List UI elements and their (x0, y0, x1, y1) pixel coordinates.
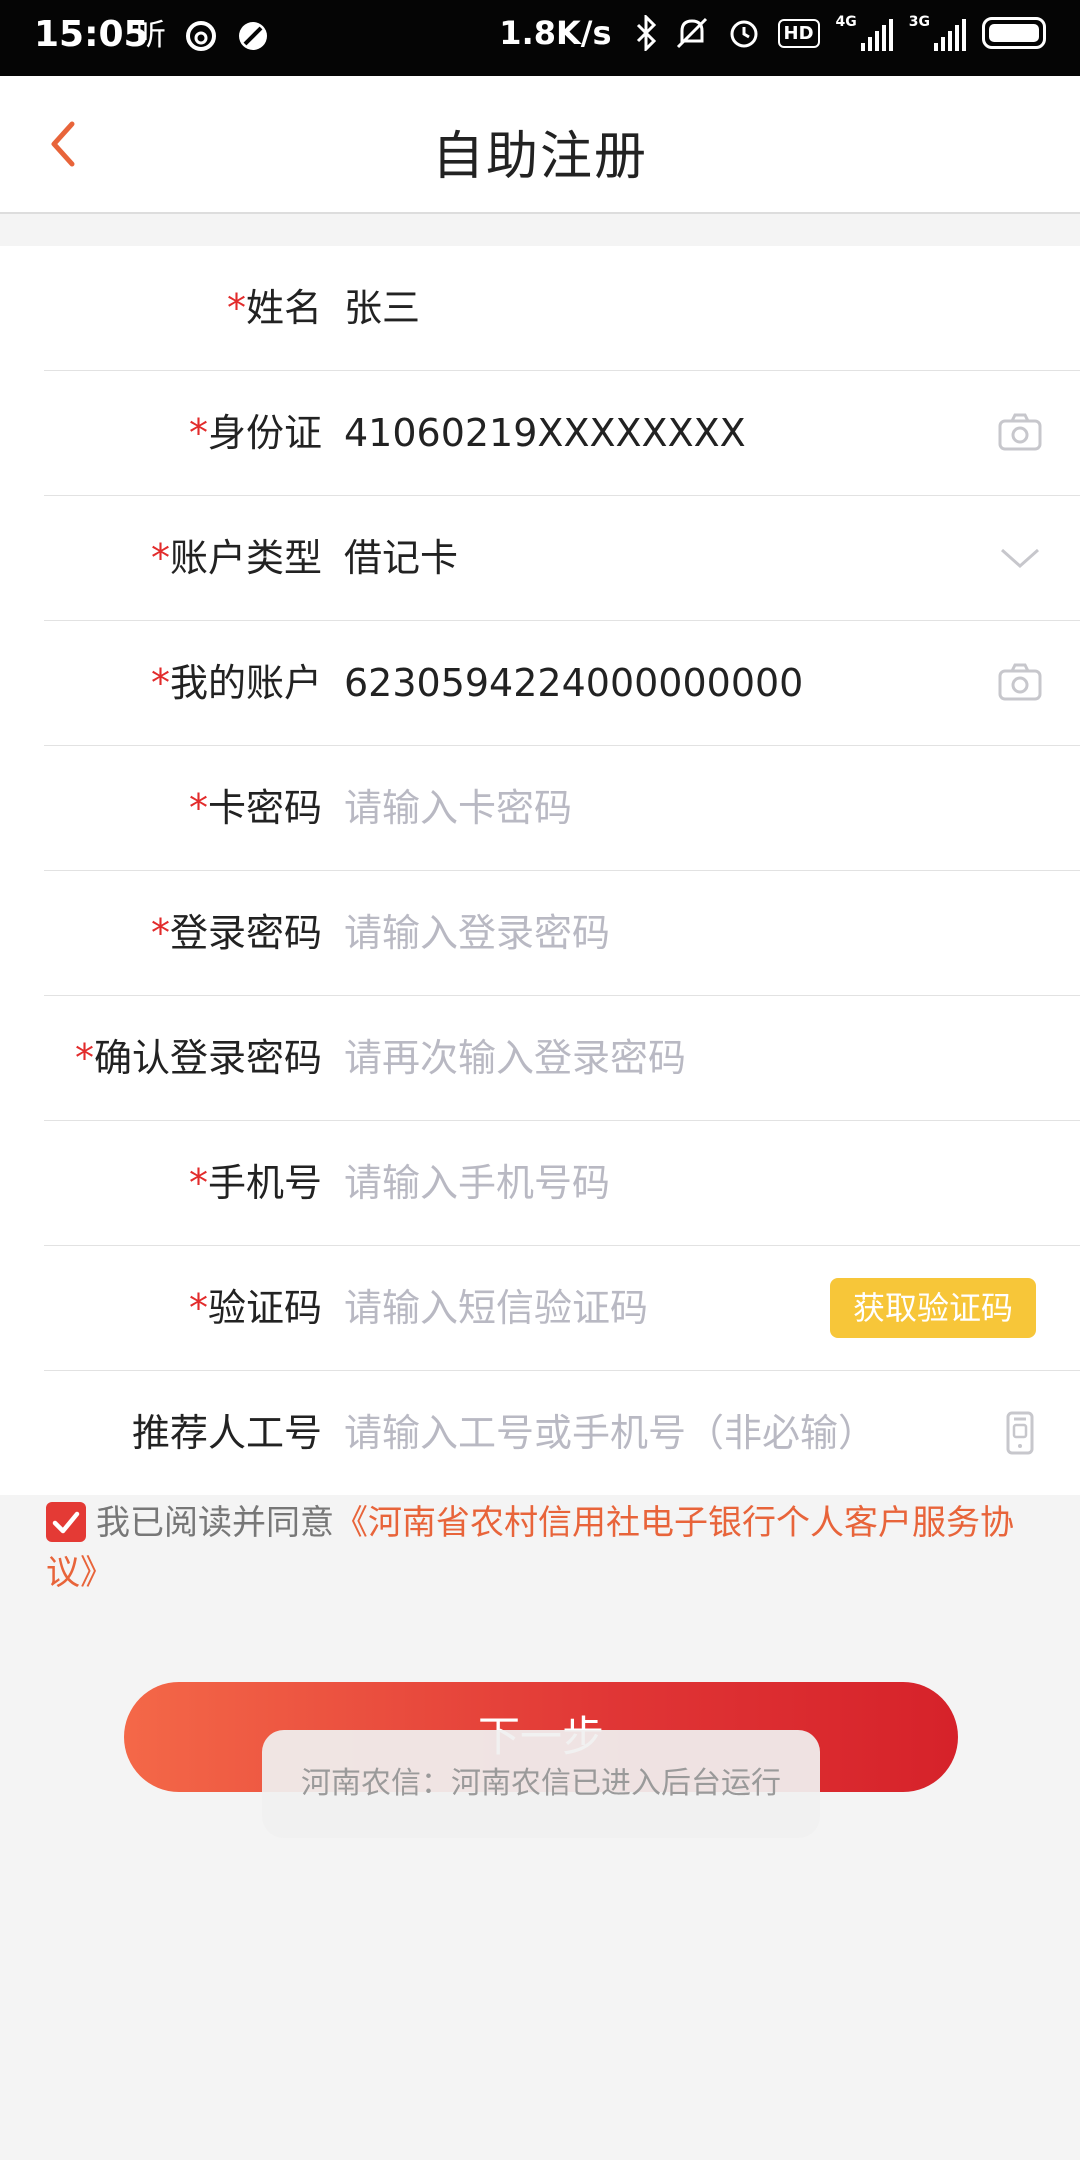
status-left-icons: 听 (136, 14, 270, 58)
confirm-password-input[interactable]: 请再次输入登录密码 (344, 996, 686, 1120)
id-card-row: *身份证 41060219XXXXXXXX (44, 371, 1080, 496)
account-number-label-text: 我的账户 (169, 661, 322, 705)
card-password-input[interactable]: 请输入卡密码 (344, 746, 572, 870)
login-password-row: *登录密码 请输入登录密码 (44, 871, 1080, 996)
required-mark: * (188, 786, 208, 830)
name-label-text: 姓名 (245, 286, 322, 330)
confirm-password-label: *确认登录密码 (75, 996, 322, 1120)
id-card-label-text: 身份证 (207, 411, 322, 455)
referrer-row: 推荐人工号 请输入工号或手机号（非必输） (44, 1371, 1080, 1495)
agreement-text: 我已阅读并同意 (96, 1503, 334, 1543)
sms-code-label: *验证码 (189, 1246, 322, 1370)
required-mark: * (188, 1161, 208, 1205)
phone-label: *手机号 (189, 1121, 322, 1245)
account-type-row[interactable]: *账户类型 借记卡 (44, 496, 1080, 621)
registration-form: *姓名 张三 *身份证 41060219XXXXXXXX *账户类型 借记卡 *… (0, 246, 1080, 1495)
required-mark: * (188, 411, 208, 455)
login-password-label: *登录密码 (151, 871, 322, 995)
signal-4g: 4G (836, 15, 893, 51)
agreement: 我已阅读并同意《河南省农村信用社电子银行个人客户服务协议》 (46, 1498, 1036, 1598)
get-sms-code-button[interactable]: 获取验证码 (830, 1278, 1036, 1338)
status-bar: 15:05 听 1.8K/s HD 4G 3G (0, 0, 1080, 76)
signal-4g-bars-icon (860, 19, 893, 51)
phone-row: *手机号 请输入手机号码 (44, 1121, 1080, 1246)
net-speed: 1.8K/s (499, 14, 612, 52)
page-title: 自助注册 (431, 127, 648, 187)
login-password-label-text: 登录密码 (169, 911, 322, 955)
confirm-password-row: *确认登录密码 请再次输入登录密码 (44, 996, 1080, 1121)
login-password-input[interactable]: 请输入登录密码 (344, 871, 610, 995)
id-card-label: *身份证 (189, 371, 322, 495)
mute-icon (676, 17, 707, 49)
bluetooth-icon (636, 15, 656, 51)
block-icon (239, 22, 267, 50)
account-number-label: *我的账户 (151, 621, 322, 745)
sms-code-row: *验证码 请输入短信验证码 获取验证码 (44, 1246, 1080, 1371)
card-password-label: *卡密码 (189, 746, 322, 870)
camera-icon[interactable] (996, 659, 1044, 707)
sms-code-label-text: 验证码 (207, 1286, 322, 1330)
account-number-row: *我的账户 6230594224000000000 (44, 621, 1080, 746)
referrer-label: 推荐人工号 (132, 1371, 322, 1495)
check-icon (52, 1511, 80, 1534)
required-mark: * (226, 286, 246, 330)
phone-label-text: 手机号 (207, 1161, 322, 1205)
required-mark: * (74, 1036, 94, 1080)
account-type-label: *账户类型 (151, 496, 322, 620)
signal-3g: 3G (909, 15, 966, 51)
background-run-toast: 河南农信：河南农信已进入后台运行 (262, 1730, 820, 1838)
referrer-label-text: 推荐人工号 (131, 1411, 322, 1455)
account-number-input[interactable]: 6230594224000000000 (344, 621, 803, 745)
listen-app-icon: 听 (136, 18, 166, 53)
confirm-password-label-text: 确认登录密码 (93, 1036, 322, 1080)
netease-music-icon (186, 21, 216, 51)
camera-icon[interactable] (996, 409, 1044, 457)
alarm-icon (730, 20, 758, 48)
id-card-input[interactable]: 41060219XXXXXXXX (344, 371, 746, 495)
phone-input[interactable]: 请输入手机号码 (344, 1121, 610, 1245)
name-label: *姓名 (227, 246, 322, 370)
contact-phone-icon[interactable] (996, 1409, 1044, 1457)
signal-3g-label: 3G (908, 14, 930, 30)
sms-code-input[interactable]: 请输入短信验证码 (344, 1246, 648, 1370)
required-mark: * (188, 1286, 208, 1330)
required-mark: * (150, 536, 170, 580)
name-row: *姓名 张三 (44, 246, 1080, 371)
status-time: 15:05 (34, 14, 149, 55)
signal-3g-bars-icon (934, 19, 966, 51)
referrer-input[interactable]: 请输入工号或手机号（非必输） (344, 1371, 876, 1495)
required-mark: * (150, 911, 170, 955)
account-type-select[interactable]: 借记卡 (344, 496, 458, 620)
hd-badge: HD (777, 18, 820, 48)
name-input[interactable]: 张三 (344, 246, 420, 370)
required-mark: * (150, 661, 170, 705)
battery-icon (982, 17, 1046, 49)
status-right-icons: 1.8K/s HD 4G 3G (499, 14, 1046, 52)
chevron-down-icon[interactable] (996, 534, 1044, 582)
account-type-label-text: 账户类型 (169, 536, 322, 580)
card-password-row: *卡密码 请输入卡密码 (44, 746, 1080, 871)
top-bar: 自助注册 (0, 76, 1080, 214)
agreement-checkbox[interactable] (46, 1502, 86, 1542)
card-password-label-text: 卡密码 (207, 786, 322, 830)
signal-4g-label: 4G (835, 14, 857, 30)
